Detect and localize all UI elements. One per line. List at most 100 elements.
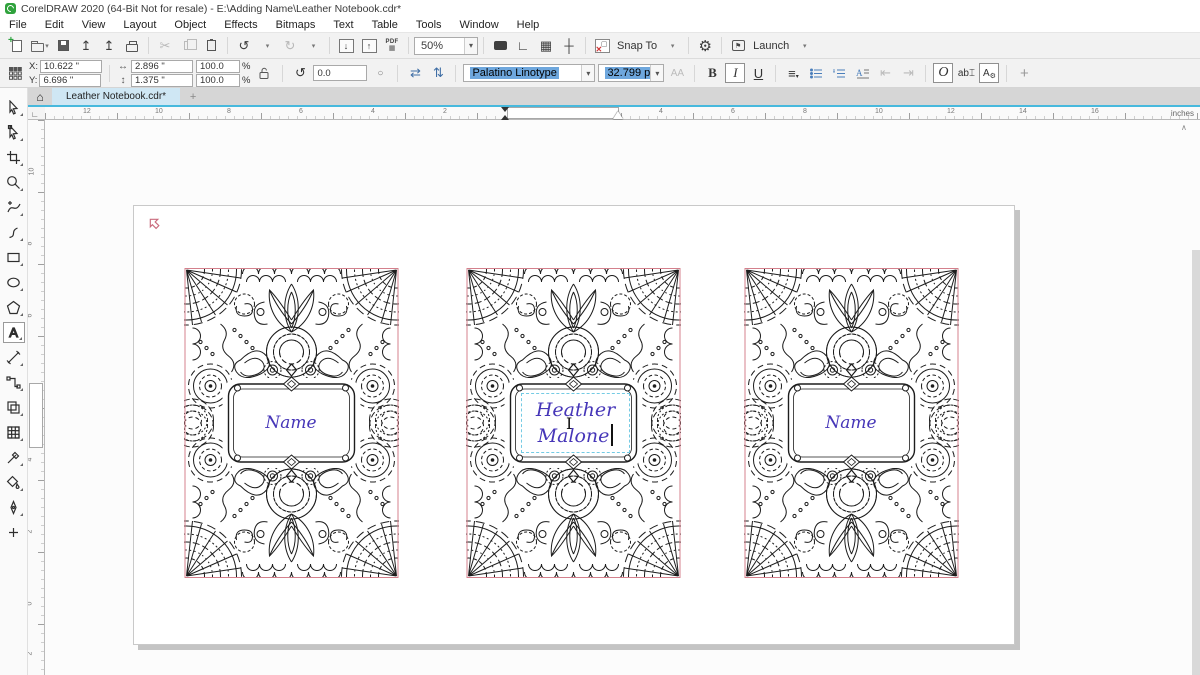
mirror-horizontal-button[interactable]: ⇄ [405,63,425,83]
share-button-2[interactable]: ↥ [98,36,120,56]
new-document-button[interactable] [6,36,28,56]
menu-item-help[interactable]: Help [508,19,549,31]
notebook-cover-design-middle[interactable]: Heather Malone I [466,268,681,578]
menu-item-file[interactable]: File [0,19,36,31]
scale-x-field[interactable]: 100.0 [196,60,240,73]
print-button[interactable] [121,36,143,56]
fullscreen-preview-button[interactable] [489,36,511,56]
lock-ratio-button[interactable] [253,63,275,83]
bold-button[interactable]: B [702,63,722,83]
x-position-field[interactable]: 10.622 " [40,60,102,73]
new-tab-button[interactable]: + [180,88,206,105]
menu-item-text[interactable]: Text [324,19,362,31]
shape-tool[interactable] [3,122,25,143]
text-alignment-button[interactable]: ≡▾ [783,63,803,83]
publish-pdf-button[interactable]: PDF▦ [381,36,403,56]
freehand-tool[interactable] [3,197,25,218]
show-guidelines-button[interactable]: ┼ [558,36,580,56]
undo-dropdown[interactable]: ▾ [256,36,278,56]
name-line-2[interactable]: Malone [538,423,614,449]
text-ruler-segment[interactable] [507,107,619,119]
undo-button[interactable]: ↺ [233,36,255,56]
vertical-scrollbar[interactable] [1192,250,1200,675]
bulleted-list-button[interactable] [806,63,826,83]
zoom-tool[interactable] [3,172,25,193]
snap-to-dropdown[interactable]: ▾ [661,36,683,56]
edit-text-button[interactable]: ab⌶ [956,63,976,83]
drawing-canvas[interactable]: Name Heather Malone I [45,120,1200,675]
name-text-left[interactable]: Name [229,380,353,466]
numbered-list-button[interactable] [829,63,849,83]
open-dropdown-icon[interactable]: ▾ [45,42,49,50]
transparency-tool[interactable] [3,422,25,443]
object-width-field[interactable]: 2.896 " [131,60,193,73]
export-button[interactable]: ↑ [358,36,380,56]
share-button-1[interactable]: ↥ [75,36,97,56]
document-tab-active[interactable]: Leather Notebook.cdr* [52,88,180,105]
text-ruler-vertical-segment[interactable] [29,383,43,448]
options-button[interactable]: ⚙ [694,36,716,56]
underline-button[interactable]: U [748,63,768,83]
customize-plus-button[interactable]: + [1014,63,1034,83]
name-line-1[interactable]: Heather [536,397,615,423]
show-rulers-button[interactable]: ∟ [512,36,534,56]
font-size-dropdown-icon[interactable]: ▾ [650,65,663,81]
document-page[interactable]: Name Heather Malone I [133,205,1015,645]
text-tool[interactable]: A [3,322,25,343]
menu-item-bitmaps[interactable]: Bitmaps [267,19,325,31]
font-family-combo[interactable]: Palatino Linotype▾ [463,64,595,82]
object-height-field[interactable]: 1.375 " [131,74,193,87]
snap-off-button[interactable]: ▢✕ [591,36,613,56]
text-properties-button[interactable]: A⚙ [979,63,999,83]
text-edit-box[interactable]: Heather Malone [521,393,630,453]
horizontal-ruler[interactable]: 12 10 8 6 4 2 0 2 4 6 8 10 12 14 16 inch… [45,107,1200,120]
paste-button[interactable] [200,36,222,56]
menu-item-edit[interactable]: Edit [36,19,73,31]
menu-item-view[interactable]: View [73,19,115,31]
pick-tool[interactable] [3,97,25,118]
zoom-level-combo[interactable]: 50%▾ [414,37,478,55]
import-button[interactable]: ↓ [335,36,357,56]
mirror-vertical-button[interactable]: ⇅ [428,63,448,83]
show-grid-button[interactable]: ▦ [535,36,557,56]
snap-to-label[interactable]: Snap To [617,40,657,52]
outline-pen-tool[interactable] [3,497,25,518]
rotation-angle-field[interactable]: 0.0 [313,65,367,81]
launch-dropdown[interactable]: ▾ [793,36,815,56]
menu-item-layout[interactable]: Layout [114,19,165,31]
menu-item-tools[interactable]: Tools [407,19,451,31]
welcome-home-tab[interactable]: ⌂ [28,88,52,105]
rectangle-tool[interactable] [3,247,25,268]
y-position-field[interactable]: 6.696 " [39,74,101,87]
connector-tool[interactable] [3,372,25,393]
text-outline-button[interactable]: O [933,63,953,83]
drop-shadow-tool[interactable] [3,397,25,418]
dimension-tool[interactable] [3,347,25,368]
artistic-media-tool[interactable] [3,222,25,243]
menu-item-effects[interactable]: Effects [215,19,266,31]
notebook-cover-design-left[interactable]: Name [184,268,399,578]
vertical-ruler[interactable]: 10 8 6 4 2 0 2 [28,120,45,675]
zoom-dropdown-icon[interactable]: ▾ [464,38,477,54]
more-tools-button[interactable] [3,522,25,543]
launch-button[interactable]: ⚑ [727,36,749,56]
crop-tool[interactable] [3,147,25,168]
polygon-tool[interactable] [3,297,25,318]
collapse-docker-icon[interactable]: ∧ [1181,123,1187,132]
interactive-fill-tool[interactable] [3,472,25,493]
menu-item-window[interactable]: Window [451,19,508,31]
name-text-right[interactable]: Name [789,380,913,466]
scale-y-field[interactable]: 100.0 [196,74,240,87]
drop-cap-button[interactable]: A [852,63,872,83]
font-size-combo[interactable]: 32.799 pt▾ [598,64,664,82]
indent-marker[interactable] [501,107,510,120]
ellipse-tool[interactable] [3,272,25,293]
font-dropdown-icon[interactable]: ▾ [581,65,594,81]
open-button[interactable]: ▾ [29,36,51,56]
notebook-cover-design-right[interactable]: Name [744,268,959,578]
menu-item-table[interactable]: Table [363,19,407,31]
color-eyedropper-tool[interactable] [3,447,25,468]
menu-item-object[interactable]: Object [165,19,215,31]
right-indent-marker[interactable] [613,111,623,119]
launch-label[interactable]: Launch [753,40,789,52]
